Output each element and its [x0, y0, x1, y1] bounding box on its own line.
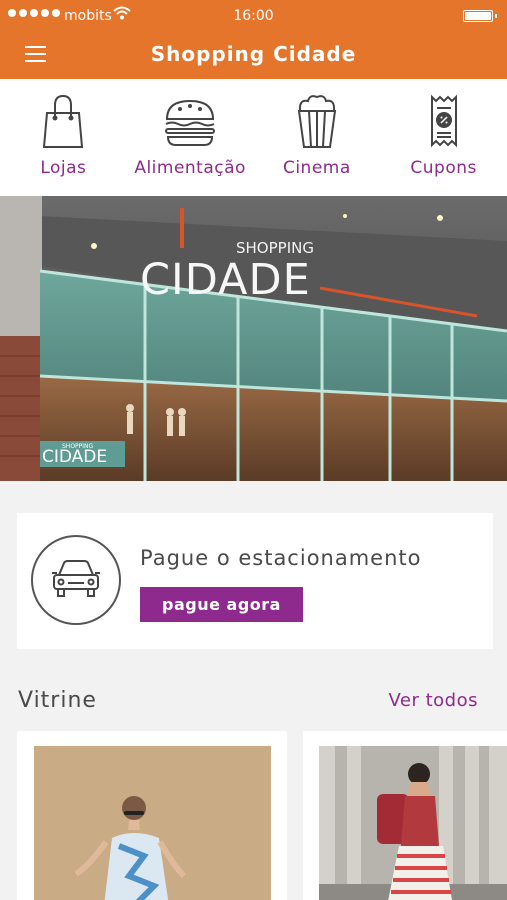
parking-title: Pague o estacionamento [140, 546, 422, 570]
product-image [34, 746, 271, 900]
burger-icon [162, 93, 218, 149]
product-card[interactable] [17, 731, 287, 900]
product-image [319, 746, 507, 900]
status-bar: mobits 16:00 [0, 0, 507, 32]
pay-parking-button[interactable]: pague agora [140, 587, 303, 622]
category-label: Lojas [40, 158, 87, 178]
category-label: Cupons [410, 158, 477, 178]
parking-card: Pague o estacionamento pague agora [17, 513, 493, 649]
popcorn-icon [289, 93, 345, 149]
category-label: Alimentação [134, 158, 246, 178]
category-lojas[interactable]: Lojas [0, 79, 127, 196]
mall-facade-image: SHOPPING CIDADE SHOPPING CIDADE [0, 196, 507, 481]
product-card[interactable] [303, 731, 507, 900]
battery-icon [463, 10, 497, 22]
category-label: Cinema [282, 158, 351, 178]
category-menu: Lojas Alimentação Cinema Cupons [0, 79, 507, 196]
page-title: Shopping Cidade [150, 42, 357, 66]
navigation-bar: Shopping Cidade [0, 32, 507, 79]
banner-small-sign-main: CIDADE [42, 447, 107, 467]
coupon-icon [416, 93, 472, 149]
section-title-vitrine: Vitrine [18, 688, 97, 713]
banner-sign-main: CIDADE [140, 255, 311, 305]
car-icon [31, 535, 121, 625]
mall-facade-banner[interactable]: SHOPPING CIDADE SHOPPING CIDADE [0, 196, 507, 481]
category-cinema[interactable]: Cinema [254, 79, 381, 196]
see-all-link[interactable]: Ver todos [389, 690, 479, 711]
shopping-bag-icon [35, 93, 91, 149]
category-cupons[interactable]: Cupons [380, 79, 507, 196]
category-alimentacao[interactable]: Alimentação [127, 79, 254, 196]
status-time: 16:00 [233, 8, 274, 24]
